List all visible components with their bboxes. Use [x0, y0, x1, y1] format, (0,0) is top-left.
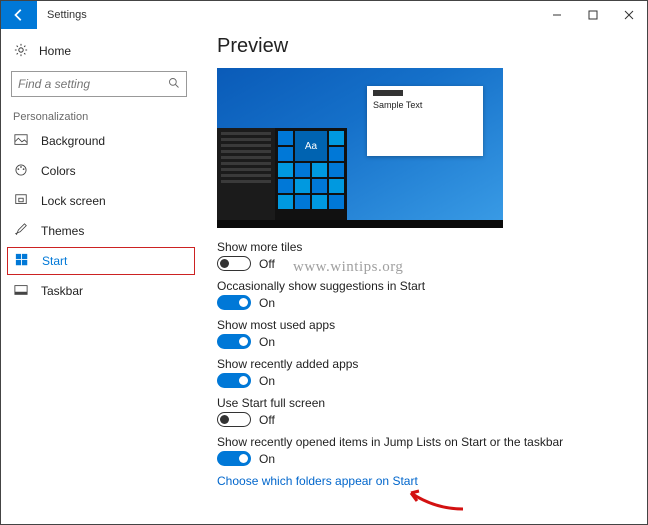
toggle-show-more-tiles[interactable] — [217, 256, 251, 271]
toggle-recently-added[interactable] — [217, 373, 251, 388]
preview-sample-text: Sample Text — [373, 100, 477, 110]
toggle-state: On — [259, 296, 275, 310]
sidebar-item-lock-screen[interactable]: Lock screen — [1, 187, 201, 215]
toggle-state: On — [259, 335, 275, 349]
start-icon — [14, 253, 30, 269]
image-icon — [13, 133, 29, 149]
link-choose-folders[interactable]: Choose which folders appear on Start — [217, 474, 631, 488]
toggle-jump-lists[interactable] — [217, 451, 251, 466]
toggle-state: On — [259, 452, 275, 466]
minimize-button[interactable] — [539, 1, 575, 29]
search-input[interactable] — [11, 71, 187, 97]
sidebar-item-label: Background — [41, 134, 105, 148]
title-bar: Settings — [1, 1, 647, 29]
search-field[interactable] — [18, 77, 168, 91]
setting-label: Show recently added apps — [217, 357, 631, 371]
setting-label: Show recently opened items in Jump Lists… — [217, 435, 631, 449]
toggle-state: Off — [259, 257, 275, 271]
setting-show-more-tiles: Show more tiles Off — [217, 240, 631, 271]
sidebar-item-taskbar[interactable]: Taskbar — [1, 277, 201, 305]
setting-most-used: Show most used apps On — [217, 318, 631, 349]
toggle-state: On — [259, 374, 275, 388]
setting-jump-lists: Show recently opened items in Jump Lists… — [217, 435, 631, 466]
toggle-state: Off — [259, 413, 275, 427]
sidebar-item-themes[interactable]: Themes — [1, 217, 201, 245]
back-button[interactable] — [1, 1, 37, 29]
content-pane: Preview Sample Text Aa S — [201, 29, 647, 524]
sidebar-section-label: Personalization — [1, 105, 201, 127]
toggle-suggestions[interactable] — [217, 295, 251, 310]
toggle-most-used[interactable] — [217, 334, 251, 349]
setting-full-screen: Use Start full screen Off — [217, 396, 631, 427]
taskbar-icon — [13, 283, 29, 299]
sidebar-item-label: Colors — [41, 164, 76, 178]
palette-icon — [13, 163, 29, 179]
toggle-full-screen[interactable] — [217, 412, 251, 427]
sidebar-item-colors[interactable]: Colors — [1, 157, 201, 185]
sidebar-home-label: Home — [39, 44, 71, 58]
page-title: Preview — [217, 35, 631, 58]
lock-screen-icon — [13, 193, 29, 209]
setting-recently-added: Show recently added apps On — [217, 357, 631, 388]
window-title: Settings — [47, 9, 87, 21]
search-icon — [168, 77, 180, 92]
gear-icon — [13, 43, 29, 59]
sidebar: Home Personalization Background Colors L… — [1, 29, 201, 524]
preview-start-menu: Aa — [217, 128, 347, 220]
setting-label: Show more tiles — [217, 240, 631, 254]
sidebar-item-label: Taskbar — [41, 284, 83, 298]
setting-suggestions: Occasionally show suggestions in Start O… — [217, 279, 631, 310]
preview-window: Sample Text — [367, 86, 483, 156]
sidebar-item-label: Start — [42, 254, 67, 268]
setting-label: Occasionally show suggestions in Start — [217, 279, 631, 293]
close-button[interactable] — [611, 1, 647, 29]
sidebar-item-label: Lock screen — [41, 194, 106, 208]
sidebar-item-background[interactable]: Background — [1, 127, 201, 155]
sidebar-item-start[interactable]: Start — [7, 247, 195, 275]
sidebar-home[interactable]: Home — [1, 37, 201, 65]
brush-icon — [13, 223, 29, 239]
maximize-button[interactable] — [575, 1, 611, 29]
start-preview: Sample Text Aa — [217, 68, 503, 228]
setting-label: Use Start full screen — [217, 396, 631, 410]
sidebar-item-label: Themes — [41, 224, 84, 238]
setting-label: Show most used apps — [217, 318, 631, 332]
